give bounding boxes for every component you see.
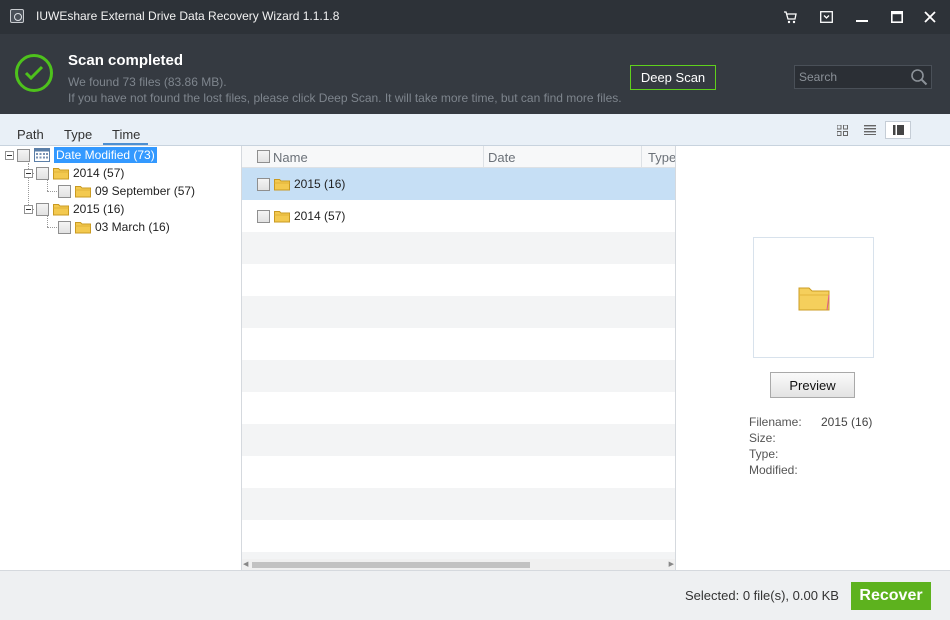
empty-row — [242, 392, 675, 424]
search-icon[interactable] — [910, 68, 928, 89]
scroll-left-icon[interactable]: ◀ — [243, 559, 248, 570]
tree-connector — [47, 227, 57, 228]
modified-label: Modified: — [749, 463, 798, 477]
tree-checkbox[interactable] — [17, 148, 30, 162]
tree-checkbox[interactable] — [58, 184, 71, 198]
folder-icon — [53, 203, 69, 216]
empty-row — [242, 488, 675, 520]
horizontal-scrollbar[interactable]: ◀ ▶ — [242, 559, 675, 570]
column-separator[interactable] — [483, 146, 484, 168]
tree-item-label: 09 September (57) — [95, 184, 196, 198]
folder-tree: Date Modified (73) 2014 (57) 09 Septembe… — [0, 146, 242, 570]
scroll-right-icon[interactable]: ▶ — [669, 559, 674, 570]
empty-row — [242, 232, 675, 264]
folder-icon — [75, 221, 91, 234]
close-icon[interactable] — [917, 6, 943, 28]
file-row[interactable]: 2015 (16) — [242, 168, 675, 200]
tree-item-label: 2015 (16) — [73, 202, 125, 216]
select-all-checkbox[interactable] — [257, 150, 270, 163]
empty-row — [242, 296, 675, 328]
empty-row — [242, 552, 675, 559]
folder-icon — [274, 178, 290, 191]
tree-checkbox[interactable] — [36, 166, 49, 180]
calendar-icon — [34, 148, 50, 162]
category-tab-bar: Path Type Time — [0, 114, 950, 146]
tree-item-label: 2014 (57) — [73, 166, 125, 180]
row-checkbox[interactable] — [257, 209, 270, 223]
deep-scan-hint: If you have not found the lost files, pl… — [68, 91, 622, 105]
footer-bar: Selected: 0 file(s), 0.00 KB Recover — [0, 570, 950, 620]
check-circle-icon — [15, 54, 53, 92]
scrollbar-thumb[interactable] — [252, 562, 530, 568]
tab-type[interactable]: Type — [64, 127, 92, 142]
empty-row — [242, 520, 675, 552]
maximize-icon[interactable] — [884, 6, 910, 28]
tree-checkbox[interactable] — [36, 202, 49, 216]
search-box — [794, 65, 932, 89]
size-label: Size: — [749, 431, 776, 445]
folder-icon — [274, 210, 290, 223]
window-title: IUWEshare External Drive Data Recovery W… — [36, 9, 340, 23]
tab-path[interactable]: Path — [17, 127, 44, 142]
tree-connector — [47, 191, 57, 192]
filename-value: 2015 (16) — [821, 415, 873, 429]
collapse-icon[interactable] — [24, 168, 33, 178]
search-input[interactable] — [795, 66, 907, 88]
scan-status-header: Scan completed We found 73 files (83.86 … — [0, 34, 950, 114]
recover-button[interactable]: Recover — [851, 582, 931, 610]
file-row-name: 2014 (57) — [294, 209, 346, 223]
cart-icon[interactable] — [777, 6, 803, 28]
folder-icon — [75, 185, 91, 198]
filename-label: Filename: — [749, 415, 802, 429]
preview-pane: Preview Filename: 2015 (16) Size: Type: … — [675, 146, 950, 570]
tab-time[interactable]: Time — [103, 127, 149, 145]
empty-row — [242, 456, 675, 488]
app-icon — [10, 9, 24, 23]
empty-row — [242, 424, 675, 456]
folder-icon — [53, 167, 69, 180]
row-checkbox[interactable] — [257, 177, 270, 191]
menu-icon[interactable] — [813, 6, 839, 28]
column-date[interactable]: Date — [488, 146, 515, 168]
grid-view-icon[interactable] — [829, 121, 855, 139]
tree-checkbox[interactable] — [58, 220, 71, 234]
column-type[interactable]: Type — [648, 146, 675, 168]
collapse-icon[interactable] — [24, 204, 33, 214]
tree-item-03-march[interactable]: 03 March (16) — [58, 218, 170, 236]
found-files-text: We found 73 files (83.86 MB). — [68, 75, 227, 89]
title-bar: IUWEshare External Drive Data Recovery W… — [0, 0, 950, 34]
tree-item-2014[interactable]: 2014 (57) — [24, 164, 124, 182]
preview-button[interactable]: Preview — [770, 372, 855, 398]
scan-status-title: Scan completed — [68, 52, 184, 69]
deep-scan-button[interactable]: Deep Scan — [630, 65, 716, 90]
tree-item-2015[interactable]: 2015 (16) — [24, 200, 124, 218]
file-list-header: Name Date Type — [242, 146, 675, 168]
column-separator[interactable] — [641, 146, 642, 168]
file-row[interactable]: 2014 (57) — [242, 200, 675, 232]
collapse-icon[interactable] — [5, 150, 14, 160]
empty-row — [242, 360, 675, 392]
list-view-icon[interactable] — [857, 121, 883, 139]
type-label: Type: — [749, 447, 779, 461]
folder-icon — [798, 285, 830, 311]
file-row-name: 2015 (16) — [294, 177, 346, 191]
preview-thumbnail — [753, 237, 874, 358]
tree-root-label: Date Modified (73) — [54, 147, 157, 163]
minimize-icon[interactable] — [849, 6, 875, 28]
file-list: Name Date Type 2015 (16) 2014 (57) ◀ ▶ — [242, 146, 675, 570]
tree-item-label: 03 March (16) — [95, 220, 170, 234]
tree-item-09-september[interactable]: 09 September (57) — [58, 182, 195, 200]
column-name[interactable]: Name — [273, 146, 308, 168]
tree-root-row[interactable]: Date Modified (73) — [5, 146, 157, 164]
empty-row — [242, 328, 675, 360]
selection-summary: Selected: 0 file(s), 0.00 KB — [685, 588, 839, 603]
detail-view-icon[interactable] — [885, 121, 911, 139]
empty-row — [242, 264, 675, 296]
